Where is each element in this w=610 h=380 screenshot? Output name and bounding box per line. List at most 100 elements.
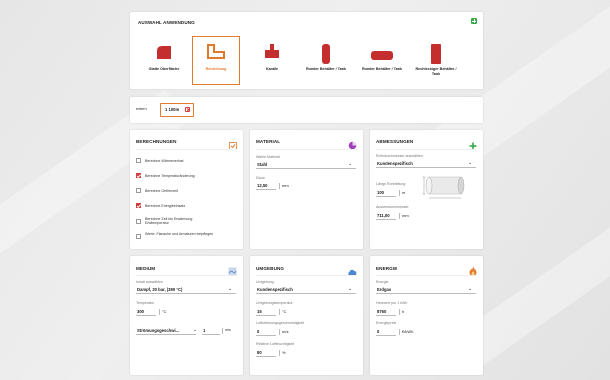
selector-title: AUSWAHL ANWENDUNG — [138, 20, 195, 25]
divider — [279, 182, 280, 189]
thickness-label: Dicke — [256, 176, 265, 180]
duct-icon — [264, 43, 280, 64]
size-bar: extern 1 100m — [130, 97, 483, 123]
size-label: extern — [136, 107, 147, 111]
plus-icon[interactable] — [471, 18, 477, 24]
divider — [399, 189, 400, 196]
flow-input[interactable]: 1 — [202, 326, 220, 335]
rect-tank-icon — [430, 43, 442, 70]
checkbox-label: Berechne Temperaturänderung — [145, 173, 195, 178]
ambient-temp-unit: °C — [282, 309, 287, 314]
checkbox-freeze-time[interactable] — [136, 188, 141, 193]
length-input[interactable]: 100 — [376, 188, 396, 197]
checklist-icon — [229, 137, 237, 155]
application-selector: AUSWAHL ANWENDUNG Glatte Oberfläche Rohr… — [130, 12, 483, 89]
environment-select[interactable]: Kundenspezifisch — [256, 285, 356, 294]
option-rect-tank[interactable]: Rechteckiger Behälter / Tank — [412, 37, 460, 87]
heat-value-input[interactable]: 8760 — [376, 307, 396, 316]
material-select[interactable]: Stahl — [256, 160, 356, 169]
divider — [279, 328, 280, 335]
outer-diameter-label: Aussendurchmesser — [376, 205, 409, 209]
energy-select[interactable]: Erdgas — [376, 285, 476, 294]
dimensions-card: ABMESSUNGEN Rohrdurchmesser auswählen Ku… — [370, 130, 483, 249]
ambient-temp-label: Umgebungstemperatur — [256, 301, 293, 305]
chevron-down-icon[interactable]: ⌄ — [468, 159, 472, 168]
option-label: Runder Behälter / Tank — [305, 67, 347, 71]
checkbox-flanges[interactable] — [136, 234, 141, 239]
plus-icon[interactable] — [469, 137, 477, 155]
humidity-input[interactable]: 80 — [256, 348, 276, 357]
heat-value-unit: h — [402, 309, 405, 314]
environment-card: UMGEBUNG Umgebung Kundenspezifisch ⌄ Umg… — [250, 256, 363, 375]
close-icon[interactable] — [185, 106, 190, 112]
checkbox-heating-time[interactable] — [136, 219, 141, 224]
divider — [399, 308, 400, 315]
air-speed-label: Luftströmungsgeschwindigkeit — [256, 321, 305, 325]
length-unit: m — [402, 190, 406, 195]
checkbox-label: Berechne Energieeinsatz — [145, 203, 186, 208]
divider — [159, 308, 160, 315]
chevron-down-icon[interactable]: ⌄ — [193, 326, 197, 335]
material-label: Wahle Material — [256, 155, 280, 159]
medium-select[interactable]: Dampf, 20 bar, (390 °C) — [136, 285, 236, 294]
humidity-unit: % — [282, 350, 286, 355]
calculations-title: BERECHNUNGEN — [136, 139, 177, 144]
ambient-temp-input[interactable]: 15 — [256, 307, 276, 316]
air-speed-unit: m/s — [282, 329, 289, 334]
divider — [399, 212, 400, 219]
option-pipe[interactable]: Rohrleitung — [192, 36, 240, 85]
air-speed-input[interactable]: 0 — [256, 327, 276, 336]
material-title: MATERIAL — [256, 139, 281, 144]
outer-diameter-unit: mm — [402, 213, 409, 218]
flow-unit: m/s — [225, 328, 231, 332]
medium-card: MEDIUM Inhalt auswählen Dampf, 20 bar, (… — [130, 256, 243, 375]
price-label: Energiepreis — [376, 321, 397, 325]
diameter-type-select[interactable]: Kundenspezifisch — [376, 159, 476, 168]
size-field[interactable]: 1 100m — [160, 103, 194, 117]
humidity-label: Relative Luftfeuchtigkeit — [256, 342, 295, 346]
thickness-input[interactable]: 12,50 — [256, 181, 276, 190]
length-label: Länge Rohrleitung — [376, 182, 406, 186]
option-flat-surface[interactable]: Glatte Oberfläche — [140, 37, 188, 87]
checkbox-label: Werte: Flansche und Armaturen beipflegen — [145, 231, 214, 236]
chevron-down-icon[interactable]: ⌄ — [348, 160, 352, 169]
cloud-icon — [347, 263, 357, 281]
flat-surface-icon — [155, 43, 173, 66]
environment-title: UMGEBUNG — [256, 266, 285, 271]
temperature-input[interactable]: 300 — [136, 307, 156, 316]
option-label: Kanäle — [265, 67, 279, 71]
medium-title: MEDIUM — [136, 266, 156, 271]
dimensions-title: ABMESSUNGEN — [376, 139, 414, 144]
thickness-unit: mm — [282, 183, 289, 188]
size-value: 1 100m — [165, 107, 180, 112]
checkbox-energy-use[interactable] — [136, 203, 141, 208]
option-ducts[interactable]: Kanäle — [248, 37, 296, 87]
outer-diameter-input[interactable]: 711,00 — [376, 211, 396, 220]
checkbox-heat-loss[interactable] — [136, 158, 141, 163]
heat-value-label: Heizwert pro 1 kWh — [376, 301, 408, 305]
temperature-unit: °C — [162, 309, 167, 314]
flame-icon — [469, 263, 477, 281]
chevron-down-icon[interactable]: ⌄ — [348, 285, 352, 294]
chevron-down-icon[interactable]: ⌄ — [468, 285, 472, 294]
diameter-type-label: Rohrdurchmesser auswählen — [376, 154, 423, 158]
option-label: Runder Behälter / Tank — [361, 67, 403, 71]
option-round-tank-vertical[interactable]: Runder Behälter / Tank — [302, 37, 350, 87]
price-input[interactable]: 0 — [376, 327, 396, 336]
divider — [222, 327, 223, 334]
medium-icon — [228, 263, 237, 281]
vertical-tank-icon — [321, 43, 331, 70]
price-unit: €/kWh — [402, 329, 414, 334]
chevron-down-icon[interactable]: ⌄ — [228, 285, 232, 294]
energy-title: ENERGIE — [376, 266, 398, 271]
option-round-tank-horizontal[interactable]: Runder Behälter / Tank — [358, 37, 406, 87]
option-label: Rechteckiger Behälter / Tank — [415, 67, 457, 76]
medium-label: Inhalt auswählen — [136, 280, 163, 284]
horizontal-tank-icon — [370, 48, 394, 66]
checkbox-temperature-change[interactable] — [136, 173, 141, 178]
checkbox-label: Berechne Wärmeverlust — [145, 158, 184, 163]
flow-type-select[interactable]: Strömungsgeschwi... — [136, 326, 196, 335]
energy-card: ENERGIE Energie Erdgas ⌄ Heizwert pro 1 … — [370, 256, 483, 375]
pipe-diagram-icon — [422, 174, 466, 205]
option-label: Rohrleitung — [205, 67, 227, 71]
